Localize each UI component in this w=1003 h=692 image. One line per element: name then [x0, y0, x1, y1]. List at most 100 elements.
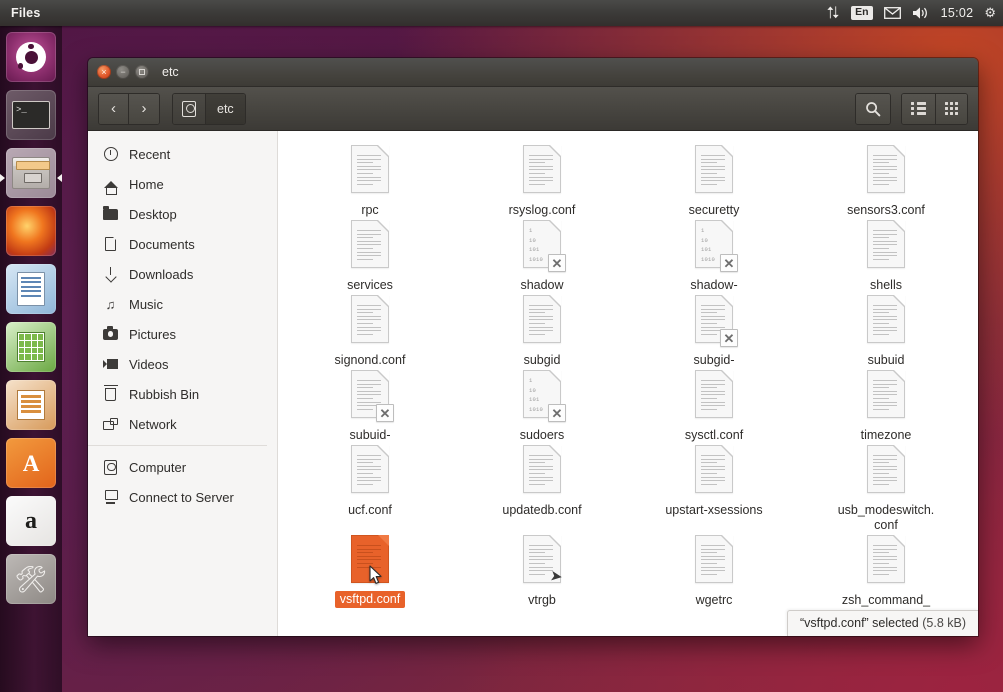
file-item[interactable]: signond.conf	[284, 293, 456, 368]
launcher-item-libreoffice-calc[interactable]	[6, 322, 56, 372]
file-name-label: subgid-	[693, 353, 735, 367]
launcher-slot-terminal: >_	[0, 90, 62, 140]
search-icon[interactable]	[856, 93, 891, 124]
file-item[interactable]: sensors3.conf	[800, 143, 972, 218]
sidebar-item-desktop[interactable]: Desktop	[88, 199, 277, 229]
scrolled-partial-row	[278, 131, 978, 143]
sidebar-item-label: Rubbish Bin	[129, 386, 200, 402]
sidebar-item-recent[interactable]: Recent	[88, 139, 277, 169]
launcher-item-libreoffice-impress[interactable]	[6, 380, 56, 430]
breadcrumb-computer-icon[interactable]	[173, 93, 206, 124]
spreadsheet-icon	[17, 332, 45, 362]
file-item[interactable]: zsh_command_	[800, 533, 972, 608]
file-item[interactable]: subuid	[800, 293, 972, 368]
file-icon-text-lines	[873, 155, 897, 185]
grid-view-icon[interactable]	[935, 93, 967, 124]
sidebar-item-pictures[interactable]: Pictures	[88, 319, 277, 349]
file-item[interactable]: rsyslog.conf	[456, 143, 628, 218]
launcher-item-firefox[interactable]	[6, 206, 56, 256]
launcher-item-files[interactable]	[6, 148, 56, 198]
clock-icon	[102, 146, 119, 163]
no-access-badge-icon: ✕	[720, 329, 738, 347]
file-icon-sheet	[351, 145, 389, 193]
sidebar-item-videos[interactable]: Videos	[88, 349, 277, 379]
file-icon-text-lines	[529, 155, 553, 185]
clock[interactable]: 15:02	[941, 6, 974, 20]
file-name-label: zsh_command_	[841, 593, 931, 607]
binary-file-icon: 1 10 101 1010 ✕	[519, 220, 566, 275]
launcher-item-terminal[interactable]: >_	[6, 90, 56, 140]
sidebar-item-documents[interactable]: Documents	[88, 229, 277, 259]
text-file-icon	[519, 145, 565, 200]
close-button[interactable]: ×	[97, 65, 111, 79]
text-file-icon	[863, 145, 909, 200]
mail-icon[interactable]	[883, 0, 901, 26]
launcher-slot-calc	[0, 322, 62, 372]
file-item[interactable]: ucf.conf	[284, 443, 456, 518]
volume-icon[interactable]	[912, 0, 930, 26]
window-titlebar[interactable]: × − etc	[88, 58, 978, 87]
music-icon: ♫	[105, 296, 116, 312]
launcher-item-ubuntu-dash[interactable]	[6, 32, 56, 82]
file-item[interactable]: sysctl.conf	[628, 368, 800, 443]
focused-indicator-right-icon	[57, 174, 62, 182]
sidebar-item-computer[interactable]: Computer	[88, 452, 277, 482]
file-item[interactable]: updatedb.conf	[456, 443, 628, 518]
file-item[interactable]: upstart-xsessions	[628, 443, 800, 518]
maximize-button[interactable]	[135, 65, 149, 79]
text-file-icon	[347, 145, 393, 200]
file-icon-text-lines	[357, 455, 381, 485]
launcher-item-amazon[interactable]: a	[6, 496, 56, 546]
file-name-label: shadow-	[690, 278, 738, 292]
file-item[interactable]: 1 10 101 1010 ✕ shadow-	[628, 218, 800, 293]
network-updown-icon[interactable]	[827, 0, 840, 26]
file-item[interactable]: 1 10 101 1010 ✕ sudoers	[456, 368, 628, 443]
back-button[interactable]: ‹	[99, 93, 129, 124]
forward-button[interactable]: ›	[129, 93, 159, 124]
folder-icon	[102, 205, 119, 223]
writer-document-icon	[17, 272, 45, 306]
keyboard-layout-indicator[interactable]: En	[851, 0, 873, 26]
file-item[interactable]: 1 10 101 1010 ✕ shadow	[456, 218, 628, 293]
file-item[interactable]: services	[284, 218, 456, 293]
file-item[interactable]: wgetrc	[628, 533, 800, 608]
file-item[interactable]: usb_modeswitch. conf	[800, 443, 972, 533]
panel-app-title[interactable]: Files	[11, 6, 41, 20]
text-file-icon	[347, 295, 393, 350]
file-item[interactable]: ➤ vtrgb	[456, 533, 628, 608]
sidebar-item-rubbish-bin[interactable]: Rubbish Bin	[88, 379, 277, 409]
file-item[interactable]: subgid	[456, 293, 628, 368]
file-item[interactable]: timezone	[800, 368, 972, 443]
launcher-item-system-settings[interactable]: 🛠	[6, 554, 56, 604]
sidebar-item-connect-to-server[interactable]: Connect to Server	[88, 482, 277, 512]
sidebar-item-label: Network	[129, 416, 177, 432]
gear-icon[interactable]: ⚙	[984, 5, 999, 21]
text-file-icon	[863, 295, 909, 350]
file-item[interactable]: shells	[800, 218, 972, 293]
sidebar-item-home[interactable]: Home	[88, 169, 277, 199]
file-item[interactable]: securetty	[628, 143, 800, 218]
list-view-icon[interactable]	[902, 93, 936, 124]
launcher-item-libreoffice-writer[interactable]	[6, 264, 56, 314]
file-item[interactable]: rpc	[284, 143, 456, 218]
file-item[interactable]: ✕ subuid-	[284, 368, 456, 443]
sidebar-item-music[interactable]: ♫ Music	[88, 289, 277, 319]
sidebar-item-downloads[interactable]: Downloads	[88, 259, 277, 289]
text-file-icon	[863, 445, 909, 500]
breadcrumb-item-etc[interactable]: etc	[206, 93, 245, 124]
amazon-icon: a	[25, 508, 37, 534]
launcher-item-ubuntu-software[interactable]: A	[6, 438, 56, 488]
text-file-icon	[519, 445, 565, 500]
file-item[interactable]: ✕ subgid-	[628, 293, 800, 368]
text-file-icon	[691, 145, 737, 200]
file-icon-sheet	[867, 535, 905, 583]
sidebar-item-network[interactable]: Network	[88, 409, 277, 439]
file-grid-view[interactable]: rpc rsyslog.conf securetty sensors3.conf ser…	[278, 131, 978, 636]
file-icon-text-lines	[357, 305, 381, 335]
terminal-icon: >_	[12, 101, 50, 129]
file-icon-sheet	[695, 445, 733, 493]
file-item[interactable]: vsftpd.conf	[284, 533, 456, 608]
file-icon-sheet	[867, 220, 905, 268]
text-file-icon	[347, 445, 393, 500]
minimize-button[interactable]: −	[116, 65, 130, 79]
